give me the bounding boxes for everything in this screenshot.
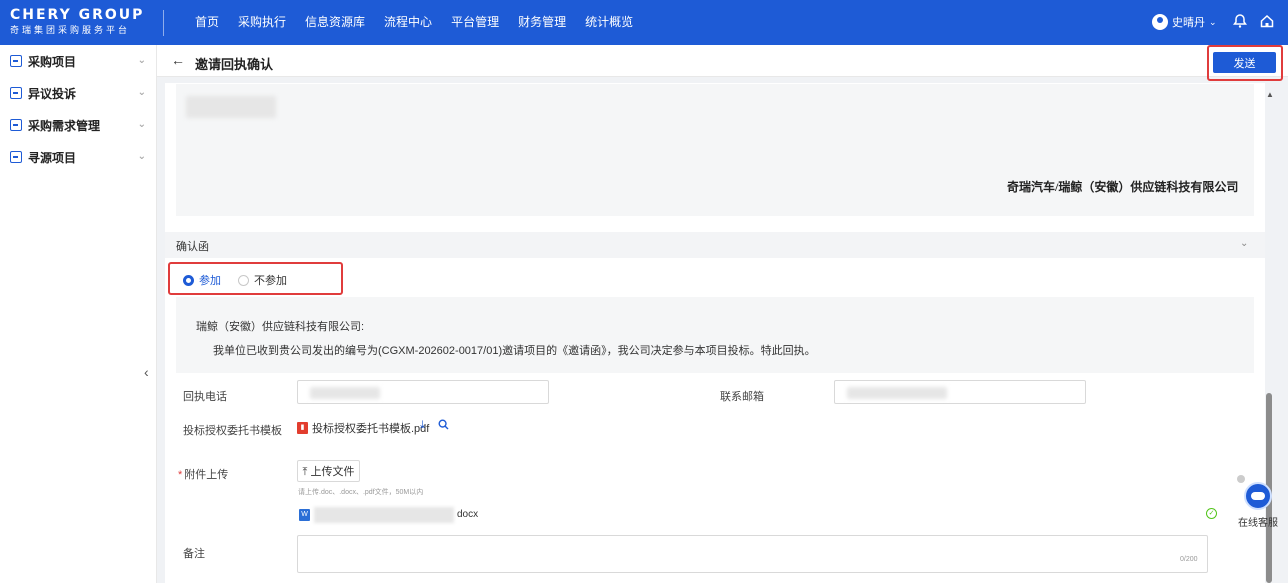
confirmation-addressee: 瑞鲸（安徽）供应链科技有限公司: <box>196 321 365 333</box>
email-label: 联系邮箱 <box>720 391 764 403</box>
chevron-down-icon: ⌄ <box>137 119 146 130</box>
attachment-label-text: 附件上传 <box>184 469 229 481</box>
online-support-label: 在线客服 <box>1238 518 1278 529</box>
page-header: ← 邀请回执确认 <box>157 45 1288 77</box>
sidebar-item-objection-complaint[interactable]: 异议投诉 ⌄ <box>0 77 156 109</box>
radio-label: 不参加 <box>254 275 287 287</box>
logo-divider <box>163 10 164 36</box>
redacted-text <box>847 387 947 399</box>
confirm-section-header[interactable] <box>165 232 1265 258</box>
uploaded-file-extension[interactable]: docx <box>457 509 478 520</box>
template-file-name: 投标授权委托书模板.pdf <box>312 423 430 435</box>
template-file-link[interactable]: ▮ 投标授权委托书模板.pdf <box>297 420 429 436</box>
remark-counter: 0/200 <box>1180 556 1198 563</box>
nav-item-finance-management[interactable]: 财务管理 <box>518 0 566 45</box>
radio-unchecked-icon <box>238 274 249 286</box>
chevron-down-icon: ⌄ <box>137 55 146 66</box>
radio-label: 参加 <box>199 275 221 287</box>
sidebar-item-label: 寻源项目 <box>28 150 77 165</box>
user-menu[interactable]: 史晴丹 ⌄ <box>1152 14 1217 30</box>
chevron-down-icon: ⌄ <box>137 87 146 98</box>
word-file-icon: W <box>299 509 310 521</box>
chevron-down-icon: ⌄ <box>1209 16 1217 27</box>
top-navigation-bar: CHERY GROUP 奇瑞集团采购服务平台 首页 采购执行 信息资源库 流程中… <box>0 0 1288 45</box>
company-name: 奇瑞汽车/瑞鲸（安徽）供应链科技有限公司 <box>1007 180 1239 194</box>
nav-item-statistics-overview[interactable]: 统计概览 <box>585 0 633 45</box>
sidebar-item-label: 采购项目 <box>28 54 77 69</box>
pdf-icon: ▮ <box>297 422 308 434</box>
confirmation-body: 我单位已收到贵公司发出的编号为(CGXM-202602-0017/01)邀请项目… <box>213 345 816 357</box>
confirmation-text-area <box>176 297 1254 373</box>
online-support-widget[interactable]: 在线客服 <box>1238 480 1278 530</box>
preview-search-icon[interactable] <box>438 419 449 433</box>
sidebar-item-label: 采购需求管理 <box>28 118 101 133</box>
chevron-down-icon: ⌄ <box>137 151 146 162</box>
robot-icon <box>1244 482 1272 510</box>
chevron-down-icon[interactable]: ⌄ <box>1240 238 1248 249</box>
home-icon[interactable] <box>1258 13 1276 31</box>
required-asterisk: * <box>178 469 183 481</box>
attachment-label: * 附件上传 <box>178 466 228 482</box>
chery-group-logo[interactable]: CHERY GROUP 奇瑞集团采购服务平台 <box>10 8 158 36</box>
document-icon <box>10 87 22 99</box>
upload-tip: 请上传.doc、.docx、.pdf文件，50M以内 <box>298 489 424 496</box>
sidebar-item-procurement-project[interactable]: 采购项目 ⌄ <box>0 45 156 77</box>
phone-input[interactable] <box>297 380 549 404</box>
user-name: 史晴丹 <box>1172 17 1205 29</box>
remark-label: 备注 <box>183 548 205 560</box>
redacted-text <box>186 96 276 118</box>
phone-label: 回执电话 <box>183 391 227 403</box>
scroll-up-icon[interactable]: ▲ <box>1266 90 1274 99</box>
document-icon <box>10 55 22 67</box>
radio-checked-icon <box>183 274 194 286</box>
document-icon <box>10 151 22 163</box>
page-title: 邀请回执确认 <box>195 57 274 72</box>
remark-textarea[interactable] <box>297 535 1208 573</box>
upload-button-label: 上传文件 <box>310 466 355 478</box>
sidebar-item-label: 异议投诉 <box>28 86 77 101</box>
avatar <box>1152 14 1168 30</box>
collapse-sidebar-icon[interactable]: ‹ <box>144 363 157 381</box>
back-arrow-icon[interactable]: ← <box>171 52 185 68</box>
upload-file-button[interactable]: ⤒ 上传文件 <box>297 460 360 482</box>
invitation-letter-preview <box>176 84 1254 216</box>
download-icon[interactable]: ⤓ <box>420 419 425 432</box>
email-input[interactable] <box>834 380 1086 404</box>
nav-item-procurement-execution[interactable]: 采购执行 <box>238 0 286 45</box>
redacted-file-name <box>314 507 454 523</box>
sidebar-item-demand-management[interactable]: 采购需求管理 ⌄ <box>0 109 156 141</box>
radio-decline[interactable]: 不参加 <box>238 272 287 288</box>
nav-item-info-resources[interactable]: 信息资源库 <box>305 0 365 45</box>
main-nav: 首页 采购执行 信息资源库 流程中心 平台管理 财务管理 统计概览 <box>195 0 652 45</box>
nav-item-home[interactable]: 首页 <box>195 0 219 45</box>
logo-main-text: CHERY GROUP <box>10 7 145 23</box>
section-title: 确认函 <box>176 241 209 253</box>
sidebar-item-sourcing-project[interactable]: 寻源项目 ⌄ <box>0 141 156 173</box>
send-button[interactable]: 发送 <box>1213 52 1276 73</box>
redacted-text <box>310 387 380 399</box>
radio-attend[interactable]: 参加 <box>183 272 221 288</box>
document-icon <box>10 119 22 131</box>
notification-bell-icon[interactable] <box>1231 13 1249 31</box>
upload-success-icon: ✓ <box>1206 508 1217 519</box>
sidebar: 采购项目 ⌄ 异议投诉 ⌄ 采购需求管理 ⌄ 寻源项目 ⌄ ‹ <box>0 45 157 583</box>
nav-item-process-center[interactable]: 流程中心 <box>384 0 432 45</box>
nav-item-platform-management[interactable]: 平台管理 <box>451 0 499 45</box>
template-label: 投标授权委托书模板 <box>183 425 282 437</box>
logo-sub-text: 奇瑞集团采购服务平台 <box>10 25 131 35</box>
